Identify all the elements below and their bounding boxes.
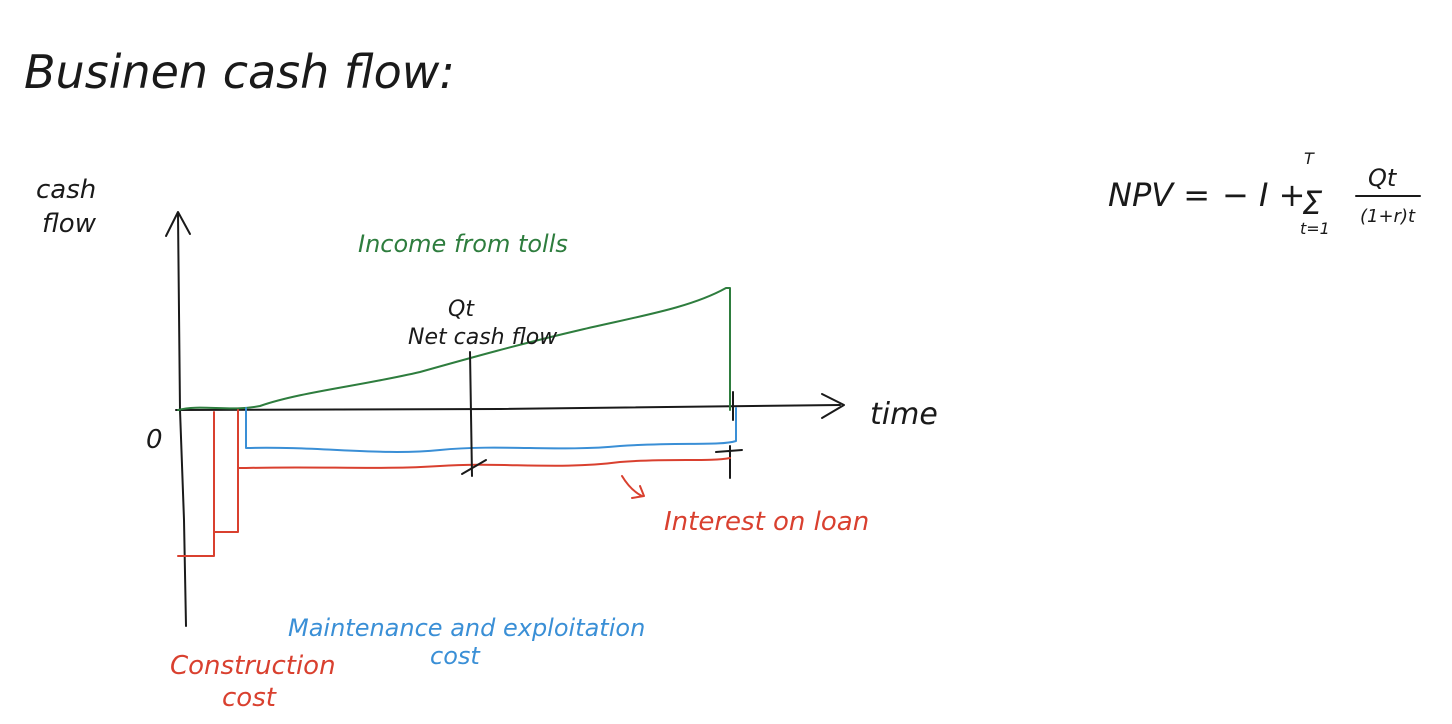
formula-sum-lower: t=1	[1300, 219, 1330, 238]
construction-label-line1: Construction	[170, 651, 336, 681]
formula-denominator: (1+r)t	[1360, 206, 1416, 227]
maintenance-label-line1: Maintenance and exploitation	[288, 614, 645, 642]
formula-lhs: NPV =	[1108, 176, 1210, 214]
cash-flow-diagram: Businen cash flow: cash flow time 0 Inco…	[24, 45, 1421, 713]
formula-sum-upper: T	[1304, 149, 1315, 168]
interest-cost-curve	[245, 457, 731, 469]
y-axis-label-line2: flow	[42, 209, 97, 239]
net-cash-flow-tick	[461, 459, 487, 475]
whiteboard-canvas: Businen cash flow: cash flow time 0 Inco…	[0, 0, 1452, 724]
formula-numerator: Qt	[1368, 164, 1398, 192]
construction-label-line2: cost	[222, 683, 277, 713]
npv-formula: NPV = − I + T Σ t=1 Qt (1+r)t	[1108, 149, 1421, 238]
net-cash-flow-symbol: Qt	[448, 297, 475, 322]
y-axis-label-line1: cash	[36, 175, 96, 205]
end-tick-t-mark	[715, 445, 743, 479]
interest-label: Interest on loan	[664, 507, 869, 537]
y-axis	[177, 213, 187, 627]
heading: Businen cash flow:	[24, 45, 455, 99]
interest-pointer-arrow	[621, 475, 645, 499]
formula-minus-investment: − I +	[1222, 176, 1305, 214]
net-cash-flow-marker	[469, 351, 473, 477]
construction-cost-steps	[177, 409, 247, 557]
income-label: Income from tolls	[358, 230, 568, 258]
x-axis-label: time	[870, 397, 938, 432]
x-axis	[175, 404, 841, 411]
formula-sum-symbol: Σ	[1302, 184, 1323, 222]
net-cash-flow-label: Net cash flow	[408, 325, 558, 350]
maintenance-label-line2: cost	[430, 642, 481, 670]
maintenance-cost-curve	[245, 407, 737, 453]
origin-label: 0	[146, 425, 163, 455]
